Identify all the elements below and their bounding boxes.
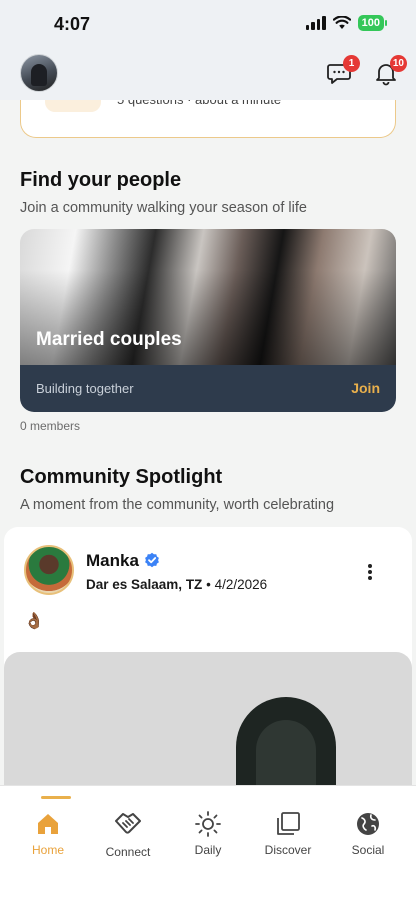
- tab-discover[interactable]: Discover: [248, 786, 328, 866]
- tab-home[interactable]: Home: [8, 786, 88, 866]
- handshake-icon: [115, 813, 141, 834]
- sun-icon: [195, 811, 221, 837]
- post-card[interactable]: Manka Dar es Salaam, TZ • 4/2/2026 👌🏾: [4, 527, 412, 827]
- signal-icon: [305, 16, 326, 30]
- tab-label-connect: Connect: [105, 845, 151, 859]
- more-options-icon[interactable]: [368, 564, 372, 580]
- active-tab-indicator: [41, 796, 71, 799]
- post-location: Dar es Salaam, TZ: [86, 577, 203, 592]
- globe-icon: [357, 813, 379, 835]
- avatar-photo: [31, 64, 47, 86]
- battery-indicator: 100: [357, 15, 388, 31]
- spotlight-subtitle: A moment from the community, worth celeb…: [20, 497, 335, 513]
- community-card[interactable]: Married couples Building together Join: [20, 229, 396, 412]
- post-date: 4/2/2026: [214, 577, 268, 592]
- status-bar: 4:07 100: [0, 0, 416, 50]
- bottom-tab-bar: Home Connect Daily Discover Social: [0, 785, 416, 900]
- verified-icon: [145, 552, 159, 568]
- app-header: 1 10: [0, 50, 416, 100]
- members-count: 0 members: [20, 419, 81, 433]
- find-people-subtitle: Join a community walking your season of …: [20, 200, 307, 216]
- status-time: 4:07: [54, 14, 91, 34]
- community-name: Married couples: [36, 329, 182, 350]
- tab-connect[interactable]: Connect: [88, 786, 168, 866]
- post-author[interactable]: Manka: [86, 551, 139, 571]
- notifications-button[interactable]: 10: [373, 55, 407, 86]
- messages-badge: 1: [343, 55, 360, 72]
- messages-button[interactable]: 1: [326, 55, 360, 86]
- avatar[interactable]: [20, 54, 58, 92]
- status-icons: 100: [305, 15, 388, 31]
- post-author-avatar[interactable]: [24, 545, 74, 595]
- community-footer: Building together Join: [20, 365, 396, 412]
- tab-label-home: Home: [31, 843, 64, 857]
- meta-separator: •: [206, 577, 215, 592]
- post-meta: Dar es Salaam, TZ • 4/2/2026: [86, 577, 267, 592]
- tab-social[interactable]: Social: [328, 786, 408, 866]
- post-content: 👌🏾: [24, 613, 44, 630]
- tab-daily[interactable]: Daily: [168, 786, 248, 866]
- notifications-badge: 10: [389, 55, 407, 72]
- tab-label-discover: Discover: [264, 843, 312, 857]
- tab-label-social: Social: [351, 843, 385, 857]
- wifi-icon: [332, 16, 351, 29]
- community-tagline: Building together: [36, 381, 134, 396]
- tab-label-daily: Daily: [194, 843, 222, 857]
- join-button[interactable]: Join: [351, 380, 380, 396]
- stack-icon: [277, 812, 300, 835]
- spotlight-title: Community Spotlight: [20, 466, 223, 488]
- find-people-title: Find your people: [20, 169, 182, 191]
- home-icon: [38, 814, 58, 834]
